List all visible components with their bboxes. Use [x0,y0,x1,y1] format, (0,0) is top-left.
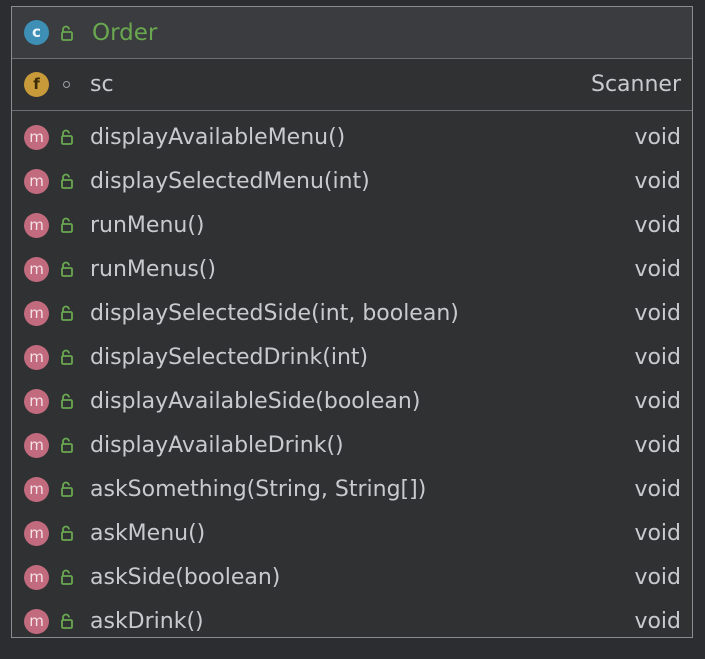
method-icon: m [24,564,49,590]
unlocked-public-icon [61,481,73,497]
method-return-type: void [634,124,681,150]
method-row[interactable]: m displayAvailableDrink() void [12,423,692,467]
unlocked-public-icon [61,25,73,41]
method-icon: m [24,212,49,238]
fields-section: f sc Scanner [12,59,692,111]
unlocked-public-icon [61,393,73,409]
method-row[interactable]: m displaySelectedMenu(int) void [12,159,692,203]
field-row[interactable]: f sc Scanner [12,59,692,110]
method-row[interactable]: m askMenu() void [12,511,692,555]
method-row[interactable]: m askSide(boolean) void [12,555,692,599]
method-return-type: void [634,212,681,238]
unlocked-public-icon [61,129,73,145]
method-name: runMenu() [90,212,205,238]
method-icon: m [24,476,49,502]
methods-section: m displayAvailableMenu() void m displaySelec… [12,111,692,643]
method-name: displaySelectedDrink(int) [90,344,369,370]
class-name: Order [92,19,158,46]
method-icon: m [24,168,49,194]
method-return-type: void [634,608,681,634]
class-icon: c [24,20,49,45]
field-icon: f [24,72,49,97]
method-row[interactable]: m displayAvailableSide(boolean) void [12,379,692,423]
method-name: askSide(boolean) [90,564,281,590]
method-return-type: void [634,344,681,370]
method-name: displaySelectedSide(int, boolean) [90,300,459,326]
unlocked-public-icon [61,261,73,277]
method-return-type: void [634,476,681,502]
unlocked-public-icon [61,173,73,189]
diagram-canvas: c Order f sc Scanner m displayAvailableMe… [0,0,705,659]
method-icon: m [24,344,49,370]
method-icon: m [24,256,49,282]
method-row[interactable]: m runMenus() void [12,247,692,291]
method-icon: m [24,520,49,546]
unlocked-public-icon [61,613,73,629]
method-name: runMenus() [90,256,216,282]
unlocked-public-icon [61,569,73,585]
method-name: displayAvailableDrink() [90,432,344,458]
unlocked-public-icon [61,437,73,453]
method-return-type: void [634,388,681,414]
method-icon: m [24,124,49,150]
unlocked-public-icon [61,305,73,321]
method-name: displayAvailableMenu() [90,124,346,150]
method-name: displayAvailableSide(boolean) [90,388,421,414]
method-name: askSomething(String, String[]) [90,476,427,502]
method-row[interactable]: m runMenu() void [12,203,692,247]
method-icon: m [24,608,49,634]
method-return-type: void [634,520,681,546]
method-icon: m [24,432,49,458]
method-return-type: void [634,168,681,194]
method-name: askMenu() [90,520,206,546]
field-name: sc [90,72,114,97]
method-row[interactable]: m displayAvailableMenu() void [12,115,692,159]
package-private-dot-icon [63,81,70,88]
class-header[interactable]: c Order [12,7,692,59]
unlocked-public-icon [61,525,73,541]
unlocked-public-icon [61,217,73,233]
field-type: Scanner [590,72,681,97]
method-return-type: void [634,564,681,590]
method-name: displaySelectedMenu(int) [90,168,370,194]
method-icon: m [24,388,49,414]
method-return-type: void [634,300,681,326]
method-row[interactable]: m askDrink() void [12,599,692,643]
method-row[interactable]: m displaySelectedSide(int, boolean) void [12,291,692,335]
uml-class-box[interactable]: c Order f sc Scanner m displayAvailableMe… [11,6,693,638]
method-row[interactable]: m displaySelectedDrink(int) void [12,335,692,379]
unlocked-public-icon [61,349,73,365]
method-icon: m [24,300,49,326]
method-return-type: void [634,432,681,458]
method-row[interactable]: m askSomething(String, String[]) void [12,467,692,511]
method-name: askDrink() [90,608,204,634]
method-return-type: void [634,256,681,282]
